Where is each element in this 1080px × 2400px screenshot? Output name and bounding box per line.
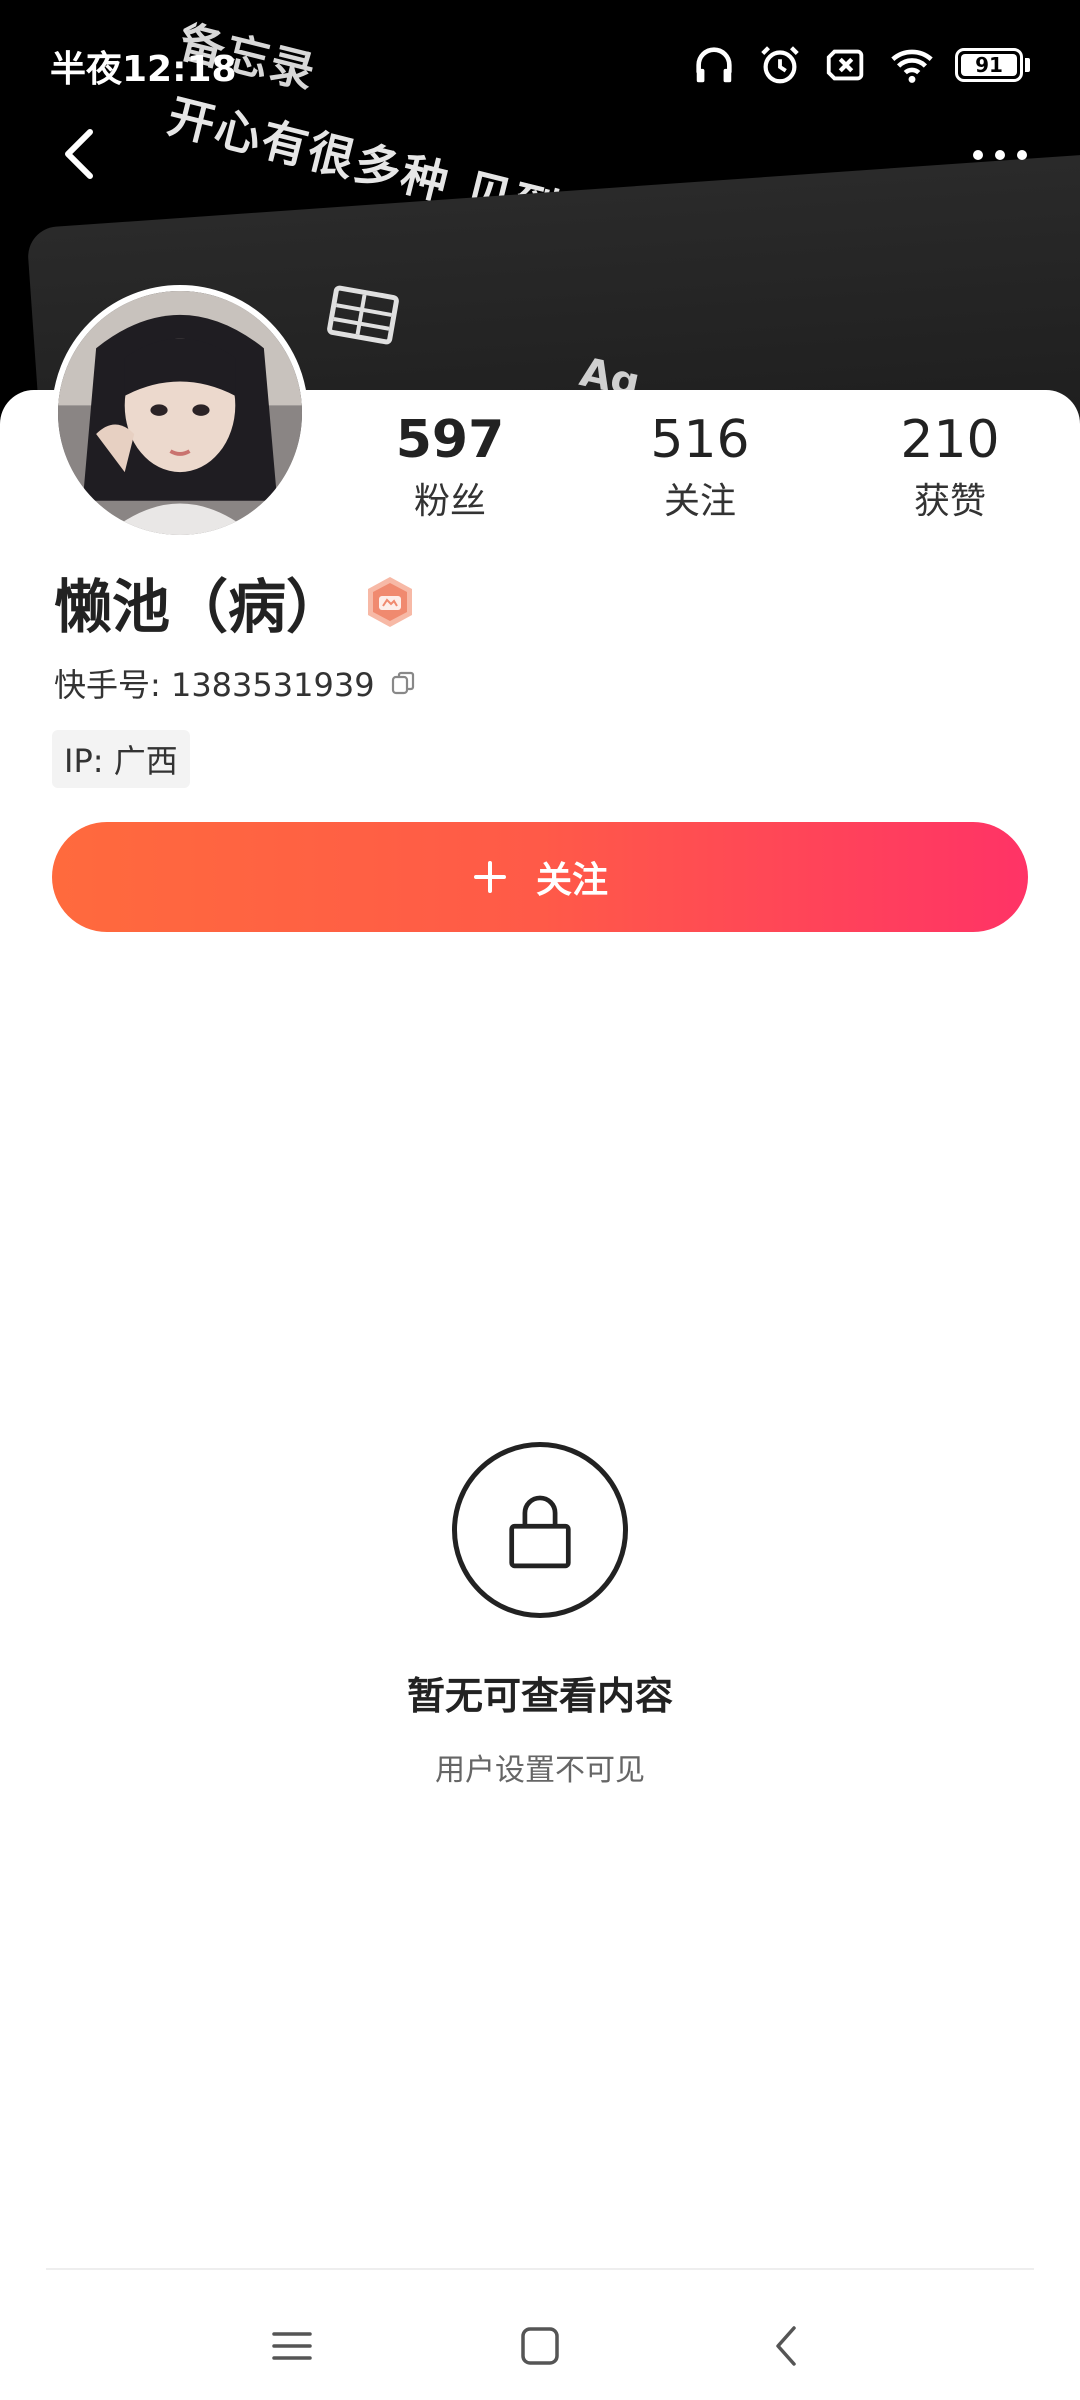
avatar-portrait: [58, 291, 302, 535]
back-nav-icon[interactable]: [758, 2316, 818, 2376]
stat-followers[interactable]: 597 粉丝: [350, 405, 550, 527]
status-time: 半夜12:18: [50, 49, 237, 90]
back-button[interactable]: [50, 118, 110, 190]
avatar[interactable]: [52, 285, 308, 541]
copy-icon[interactable]: [387, 667, 419, 699]
level-badge-icon[interactable]: [364, 575, 416, 629]
follow-button-label: 关注: [535, 860, 608, 901]
battery-percent: 91: [975, 53, 1003, 77]
stat-followers-value: 597: [395, 410, 505, 470]
stat-likes-label: 获赞: [913, 481, 986, 522]
stat-following[interactable]: 516 关注: [600, 405, 800, 527]
ip-location-tag: IP: 广西: [52, 730, 190, 788]
stat-followers-label: 粉丝: [413, 481, 486, 522]
empty-state-title: 暂无可查看内容: [406, 1674, 673, 1718]
sim-off-icon: [826, 49, 864, 81]
chevron-left-icon: [65, 129, 93, 179]
stat-following-label: 关注: [663, 481, 736, 522]
more-dot-icon: [973, 150, 983, 160]
lock-circle: [452, 1442, 628, 1618]
battery-tip: [1025, 58, 1030, 72]
more-dot-icon: [995, 150, 1005, 160]
profile-id-row: 快手号: 1383531939: [54, 660, 419, 706]
plus-icon: [473, 861, 506, 893]
system-nav-bar: [0, 2280, 1080, 2400]
status-bar: 半夜12:18 91: [0, 0, 1080, 120]
status-icons: 91: [691, 38, 1030, 92]
battery-icon: 91: [955, 48, 1023, 82]
more-dot-icon: [1017, 150, 1027, 160]
profile-name: 懒池（病）: [54, 573, 345, 641]
stat-likes[interactable]: 210 获赞: [850, 405, 1050, 527]
wifi-icon: [891, 49, 933, 83]
empty-state-subtitle: 用户设置不可见: [435, 1753, 645, 1788]
more-options-button[interactable]: [960, 130, 1040, 180]
follow-button[interactable]: 关注: [52, 822, 1028, 932]
alarm-icon: [761, 46, 799, 84]
lock-icon: [509, 1495, 571, 1569]
stat-following-value: 516: [650, 410, 750, 470]
profile-name-row: 懒池（病）: [54, 560, 416, 644]
profile-id: 快手号: 1383531939: [54, 666, 375, 704]
system-nav-divider: [46, 2268, 1034, 2270]
profile-stats: 597 粉丝 516 关注 210 获赞: [350, 405, 1050, 527]
headphones-icon: [696, 47, 732, 83]
stat-likes-value: 210: [900, 410, 1000, 470]
menu-icon[interactable]: [262, 2316, 322, 2376]
home-icon[interactable]: [510, 2316, 570, 2376]
